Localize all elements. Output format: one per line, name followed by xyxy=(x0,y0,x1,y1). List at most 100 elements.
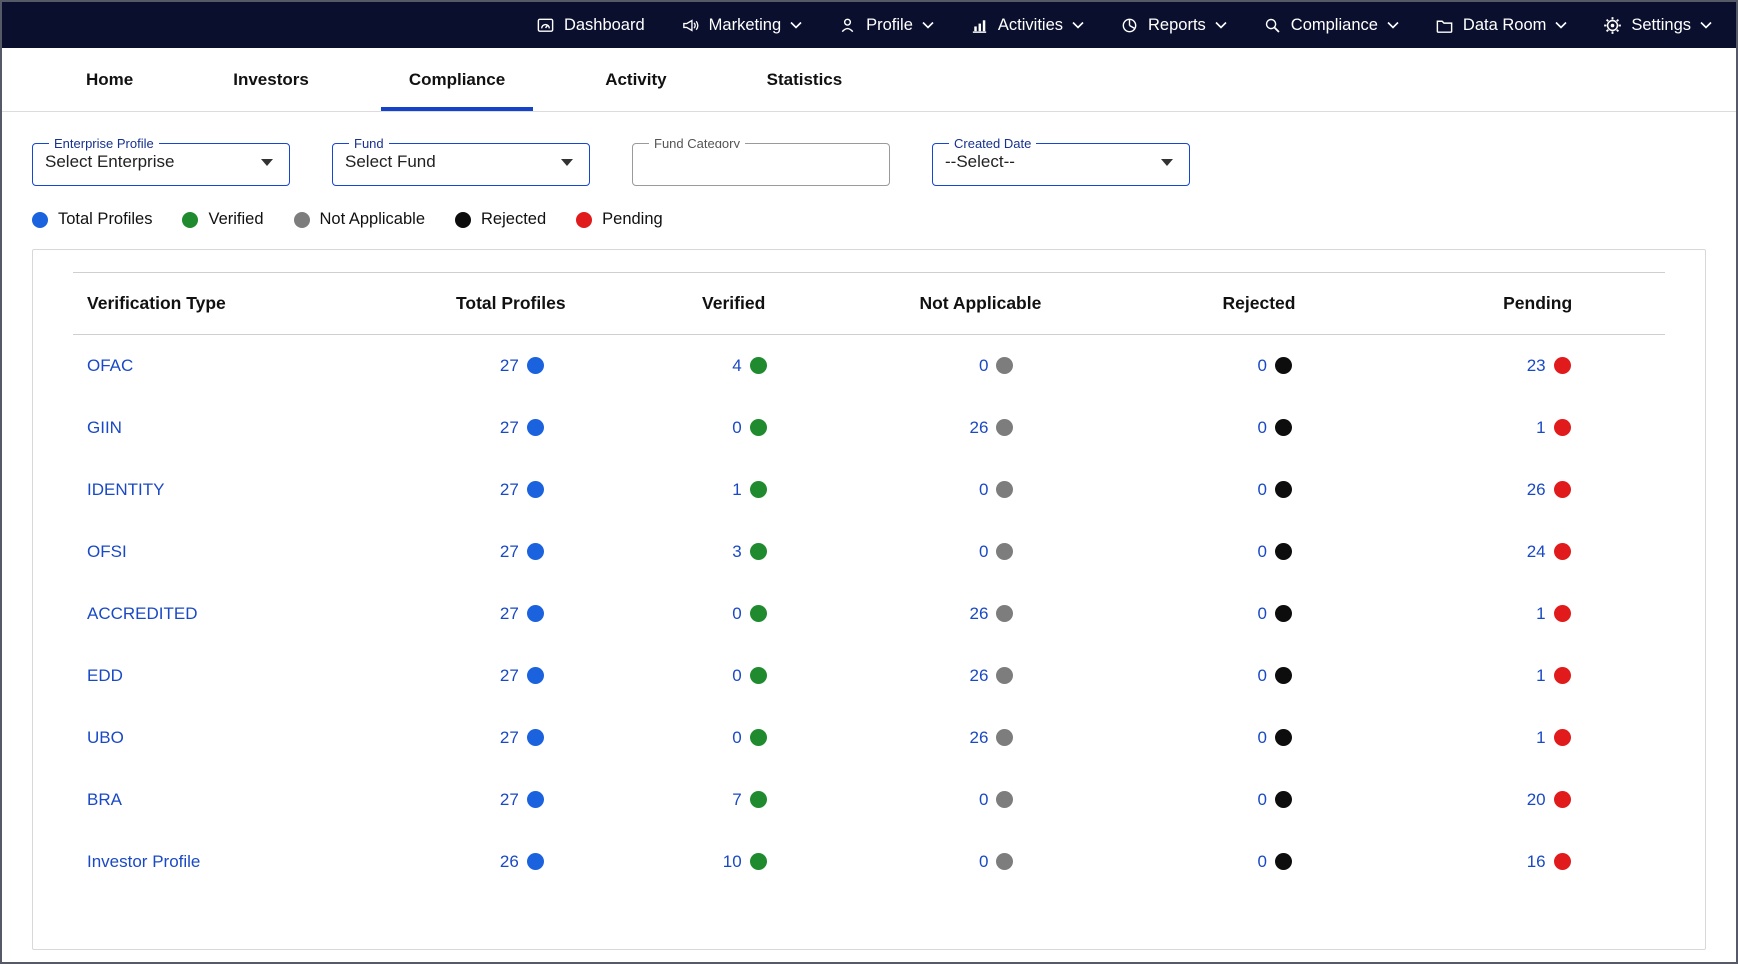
created-date-select[interactable]: Created Date --Select-- xyxy=(932,136,1190,186)
nav-item-dashboard[interactable]: Dashboard xyxy=(536,16,645,35)
nav-item-marketing[interactable]: Marketing xyxy=(681,16,802,35)
count-value: 20 xyxy=(1527,790,1546,810)
verification-type-link[interactable]: ACCREDITED xyxy=(87,604,198,623)
verification-type-link[interactable]: Investor Profile xyxy=(87,852,200,871)
column-header-verified: Verified xyxy=(614,273,853,335)
chevron-down-icon xyxy=(790,21,802,29)
rejected-value: 0 xyxy=(1226,604,1292,624)
column-header-total-profiles: Total Profiles xyxy=(407,273,614,335)
nav-item-data-room[interactable]: Data Room xyxy=(1435,16,1567,35)
tab-compliance[interactable]: Compliance xyxy=(381,48,533,111)
top-nav: Dashboard Marketing Profile Activities xyxy=(2,2,1736,48)
legend-label: Not Applicable xyxy=(320,210,426,229)
tab-investors[interactable]: Investors xyxy=(205,48,337,111)
fund-category-field: Fund Category xyxy=(632,136,890,186)
total-profiles-dot xyxy=(527,853,544,870)
dropdown-arrow-icon xyxy=(1161,159,1173,166)
legend-label: Rejected xyxy=(481,210,546,229)
count-value: 26 xyxy=(1527,480,1546,500)
count-value: 0 xyxy=(1258,542,1267,562)
pending-dot xyxy=(1554,357,1571,374)
nav-item-compliance[interactable]: Compliance xyxy=(1263,16,1399,35)
verified-dot xyxy=(750,543,767,560)
verified-dot xyxy=(750,605,767,622)
fund-category-input[interactable] xyxy=(645,148,877,174)
verification-type-link[interactable]: EDD xyxy=(87,666,123,685)
rejected-value: 0 xyxy=(1226,356,1292,376)
verified-dot xyxy=(750,667,767,684)
pending-dot xyxy=(576,212,592,228)
not-applicable-value: 0 xyxy=(947,356,1013,376)
count-value: 0 xyxy=(979,790,988,810)
nav-item-reports[interactable]: Reports xyxy=(1120,16,1227,35)
column-header-verification-type: Verification Type xyxy=(73,273,407,335)
nav-item-profile[interactable]: Profile xyxy=(838,16,934,35)
enterprise-profile-select[interactable]: Enterprise Profile Select Enterprise xyxy=(32,136,290,186)
nav-item-label: Marketing xyxy=(709,16,781,35)
rejected-dot xyxy=(1275,605,1292,622)
rejected-value: 0 xyxy=(1226,852,1292,872)
page: Dashboard Marketing Profile Activities xyxy=(0,0,1738,964)
legend-item-total-profiles: Total Profiles xyxy=(32,210,152,229)
fund-select[interactable]: Fund Select Fund xyxy=(332,136,590,186)
pending-value: 1 xyxy=(1505,666,1571,686)
verification-type-link[interactable]: BRA xyxy=(87,790,122,809)
verified-dot xyxy=(750,729,767,746)
verification-type-link[interactable]: OFAC xyxy=(87,356,133,375)
count-value: 1 xyxy=(732,480,741,500)
pending-dot xyxy=(1554,605,1571,622)
total-profiles-dot xyxy=(527,605,544,622)
rejected-dot xyxy=(1275,419,1292,436)
not-applicable-value: 0 xyxy=(947,480,1013,500)
verified-value: 4 xyxy=(701,356,767,376)
total-profiles-value: 26 xyxy=(478,852,544,872)
tab-home[interactable]: Home xyxy=(58,48,161,111)
table-row: OFAC 27 4 0 0 23 xyxy=(73,335,1665,397)
created-date-label: Created Date xyxy=(949,136,1036,151)
person-icon xyxy=(838,16,857,35)
count-value: 3 xyxy=(732,542,741,562)
legend-item-not-applicable: Not Applicable xyxy=(294,210,426,229)
nav-item-settings[interactable]: Settings xyxy=(1603,16,1712,35)
total-profiles-value: 27 xyxy=(478,418,544,438)
count-value: 0 xyxy=(1258,356,1267,376)
not-applicable-dot xyxy=(996,605,1013,622)
pending-value: 26 xyxy=(1505,480,1571,500)
total-profiles-dot xyxy=(527,419,544,436)
count-value: 0 xyxy=(732,418,741,438)
verification-type-link[interactable]: IDENTITY xyxy=(87,480,164,499)
pending-dot xyxy=(1554,853,1571,870)
not-applicable-value: 26 xyxy=(947,604,1013,624)
column-header-rejected: Rejected xyxy=(1108,273,1410,335)
tab-activity[interactable]: Activity xyxy=(577,48,694,111)
count-value: 24 xyxy=(1527,542,1546,562)
count-value: 1 xyxy=(1536,604,1545,624)
total-profiles-value: 27 xyxy=(478,542,544,562)
legend-item-rejected: Rejected xyxy=(455,210,546,229)
nav-item-activities[interactable]: Activities xyxy=(970,16,1084,35)
rejected-value: 0 xyxy=(1226,728,1292,748)
rejected-value: 0 xyxy=(1226,666,1292,686)
rejected-dot xyxy=(1275,543,1292,560)
count-value: 0 xyxy=(979,480,988,500)
count-value: 27 xyxy=(500,604,519,624)
count-value: 1 xyxy=(1536,666,1545,686)
table-row: EDD 27 0 26 0 1 xyxy=(73,645,1665,707)
not-applicable-dot xyxy=(996,481,1013,498)
verified-dot xyxy=(750,357,767,374)
not-applicable-value: 26 xyxy=(947,728,1013,748)
verification-type-link[interactable]: GIIN xyxy=(87,418,122,437)
table-row: BRA 27 7 0 0 20 xyxy=(73,769,1665,831)
count-value: 0 xyxy=(732,728,741,748)
pending-dot xyxy=(1554,543,1571,560)
count-value: 0 xyxy=(979,356,988,376)
count-value: 16 xyxy=(1527,852,1546,872)
not-applicable-dot xyxy=(996,357,1013,374)
verification-type-link[interactable]: UBO xyxy=(87,728,124,747)
verification-type-link[interactable]: OFSI xyxy=(87,542,127,561)
chevron-down-icon xyxy=(922,21,934,29)
tab-statistics[interactable]: Statistics xyxy=(739,48,871,111)
pending-dot xyxy=(1554,419,1571,436)
pending-dot xyxy=(1554,791,1571,808)
table-row: UBO 27 0 26 0 1 xyxy=(73,707,1665,769)
